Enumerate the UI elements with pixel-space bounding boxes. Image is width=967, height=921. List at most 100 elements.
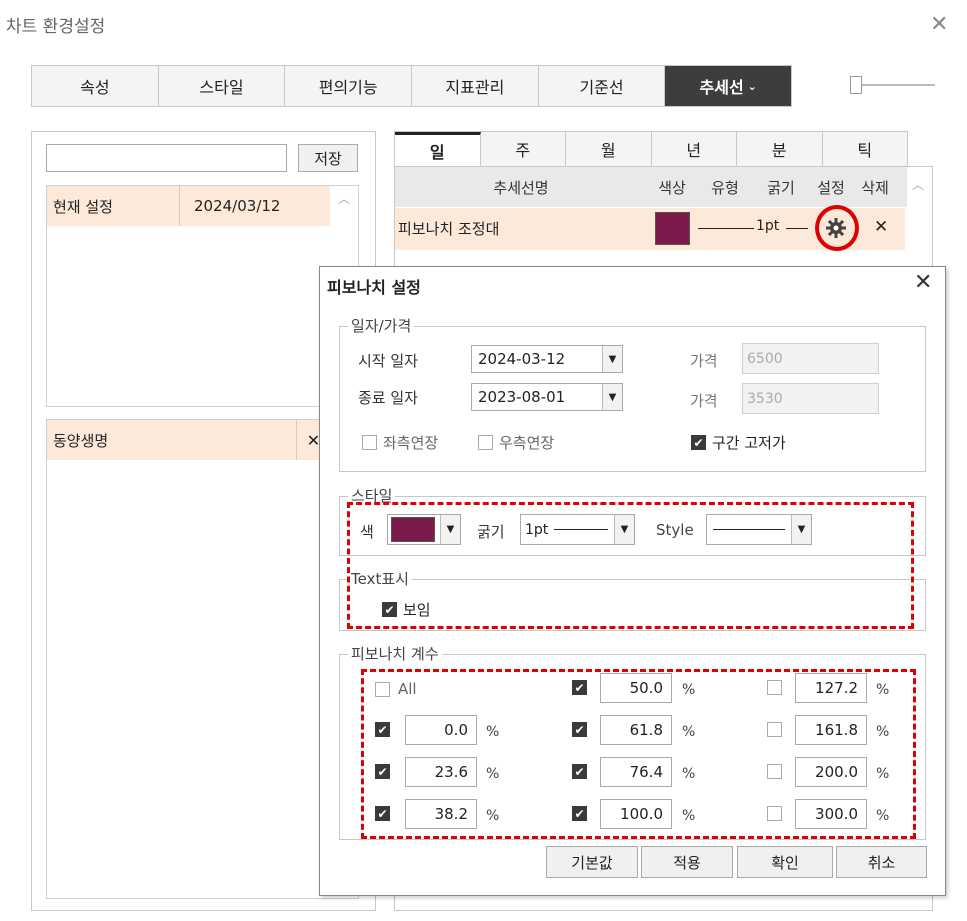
group-legend: 피보나치 계수: [348, 643, 442, 664]
check-icon[interactable]: ✔: [375, 764, 390, 779]
trendline-width-line: [786, 228, 808, 229]
tab-indicators[interactable]: 지표관리: [412, 66, 539, 106]
header-color: 색상: [658, 178, 686, 197]
coefficient-input[interactable]: 100.0: [600, 799, 672, 829]
tab-baseline[interactable]: 기준선: [538, 66, 666, 106]
percent-label: %: [876, 808, 890, 824]
check-icon[interactable]: ✔: [572, 722, 587, 737]
checkbox-label: 우측연장: [499, 434, 555, 452]
list-item[interactable]: 동양생명: [47, 420, 330, 460]
close-icon[interactable]: ✕: [914, 270, 932, 295]
tab-week[interactable]: 주: [480, 132, 566, 166]
window-title: 차트 환경설정: [6, 17, 106, 37]
coefficient-input[interactable]: 50.0: [600, 673, 672, 703]
header-settings: 설정: [817, 178, 845, 197]
default-button[interactable]: 기본값: [546, 846, 638, 878]
trendline-color-swatch[interactable]: [655, 212, 690, 245]
header-delete: 삭제: [861, 178, 889, 197]
apply-button[interactable]: 적용: [641, 846, 733, 878]
tab-trendline[interactable]: 추세선 ⌄: [665, 66, 792, 106]
percent-label: %: [876, 724, 890, 740]
check-icon[interactable]: ✔: [375, 722, 390, 737]
percent-label: %: [682, 724, 696, 740]
checkbox-box[interactable]: [375, 681, 390, 697]
percent-label: %: [486, 724, 500, 740]
check-icon[interactable]: ✔: [691, 435, 706, 450]
price-label-2: 가격: [690, 392, 718, 410]
save-name-input[interactable]: [46, 144, 287, 172]
checkbox-label: All: [398, 680, 417, 698]
zoom-slider-thumb[interactable]: [850, 76, 862, 94]
end-date-picker[interactable]: 2023-08-01 ▼: [471, 383, 623, 411]
tab-year[interactable]: 년: [651, 132, 737, 166]
coefficient-input[interactable]: 61.8: [600, 715, 672, 745]
check-icon[interactable]: ✔: [572, 764, 587, 779]
cancel-button[interactable]: 취소: [836, 846, 927, 878]
list-item[interactable]: 현재 설정 2024/03/12: [47, 186, 330, 226]
check-icon[interactable]: ✔: [572, 806, 587, 821]
percent-label: %: [682, 766, 696, 782]
percent-label: %: [486, 808, 500, 824]
delete-trendline-icon[interactable]: ✕: [874, 217, 888, 237]
coefficient-input[interactable]: 200.0: [795, 757, 867, 787]
header-type: 유형: [711, 178, 739, 197]
percent-label: %: [876, 766, 890, 782]
percent-label: %: [876, 682, 890, 698]
tab-day[interactable]: 일: [395, 132, 481, 166]
dropdown-arrow-icon[interactable]: ▼: [602, 346, 622, 372]
right-extend-checkbox[interactable]: 우측연장: [478, 432, 554, 453]
left-extend-checkbox[interactable]: 좌측연장: [362, 432, 438, 453]
end-date-value: 2023-08-01: [478, 388, 566, 406]
trendline-name: 피보나치 조정대: [398, 220, 500, 238]
save-button[interactable]: 저장: [298, 144, 358, 172]
coefficient-input[interactable]: 38.2: [405, 799, 477, 829]
dropdown-arrow-icon[interactable]: ▼: [602, 384, 622, 410]
check-icon[interactable]: ✔: [572, 680, 587, 695]
zoom-slider-track[interactable]: [860, 84, 935, 86]
coefficient-input[interactable]: 23.6: [405, 757, 477, 787]
fixed-interval-checkbox[interactable]: ✔ 구간 고저가: [691, 432, 786, 453]
chevron-down-icon: ⌄: [747, 79, 757, 93]
tab-tick[interactable]: 틱: [822, 132, 907, 166]
tab-convenience[interactable]: 편의기능: [285, 66, 413, 106]
check-icon[interactable]: ✔: [375, 806, 390, 821]
tab-minute[interactable]: 분: [737, 132, 823, 166]
tab-label: 지표관리: [445, 78, 505, 97]
tab-label: 기준선: [579, 78, 624, 97]
percent-label: %: [486, 766, 500, 782]
main-tab-bar: 속성 스타일 편의기능 지표관리 기준선 추세선 ⌄: [31, 65, 792, 107]
coefficient-input[interactable]: 0.0: [405, 715, 477, 745]
trendline-type-line[interactable]: [698, 228, 754, 229]
scroll-up-icon[interactable]: ︿: [912, 176, 924, 193]
setting-name: 현재 설정: [47, 186, 180, 226]
price-field-1: 6500: [742, 343, 879, 374]
all-checkbox[interactable]: All: [375, 680, 417, 698]
scroll-up-icon[interactable]: ︿: [338, 190, 350, 207]
tab-style[interactable]: 스타일: [158, 66, 286, 106]
checkbox-box[interactable]: [362, 435, 377, 450]
checkbox-box[interactable]: [767, 764, 782, 779]
header-width: 굵기: [767, 178, 795, 197]
highlight-box: [347, 502, 914, 629]
period-tab-bar: 일 주 월 년 분 틱: [394, 131, 908, 166]
coefficient-input[interactable]: 300.0: [795, 799, 867, 829]
coefficient-input[interactable]: 127.2: [795, 673, 867, 703]
tab-properties[interactable]: 속성: [32, 66, 159, 106]
checkbox-label: 구간 고저가: [712, 434, 786, 452]
window-close-icon[interactable]: ✕: [930, 12, 948, 37]
coefficient-input[interactable]: 161.8: [795, 715, 867, 745]
percent-label: %: [682, 682, 696, 698]
checkbox-box[interactable]: [478, 435, 493, 450]
coefficient-input[interactable]: 76.4: [600, 757, 672, 787]
highlight-ring: [815, 205, 859, 251]
table-header: 추세선명 색상 유형 굵기 설정 삭제: [395, 167, 907, 207]
trendline-width[interactable]: 1pt: [756, 218, 779, 234]
checkbox-box[interactable]: [767, 680, 782, 695]
checkbox-box[interactable]: [767, 722, 782, 737]
ok-button[interactable]: 확인: [737, 846, 833, 878]
tab-month[interactable]: 월: [566, 132, 652, 166]
tab-label: 속성: [80, 78, 110, 97]
start-date-picker[interactable]: 2024-03-12 ▼: [471, 345, 623, 373]
start-date-value: 2024-03-12: [478, 350, 566, 368]
checkbox-box[interactable]: [767, 806, 782, 821]
